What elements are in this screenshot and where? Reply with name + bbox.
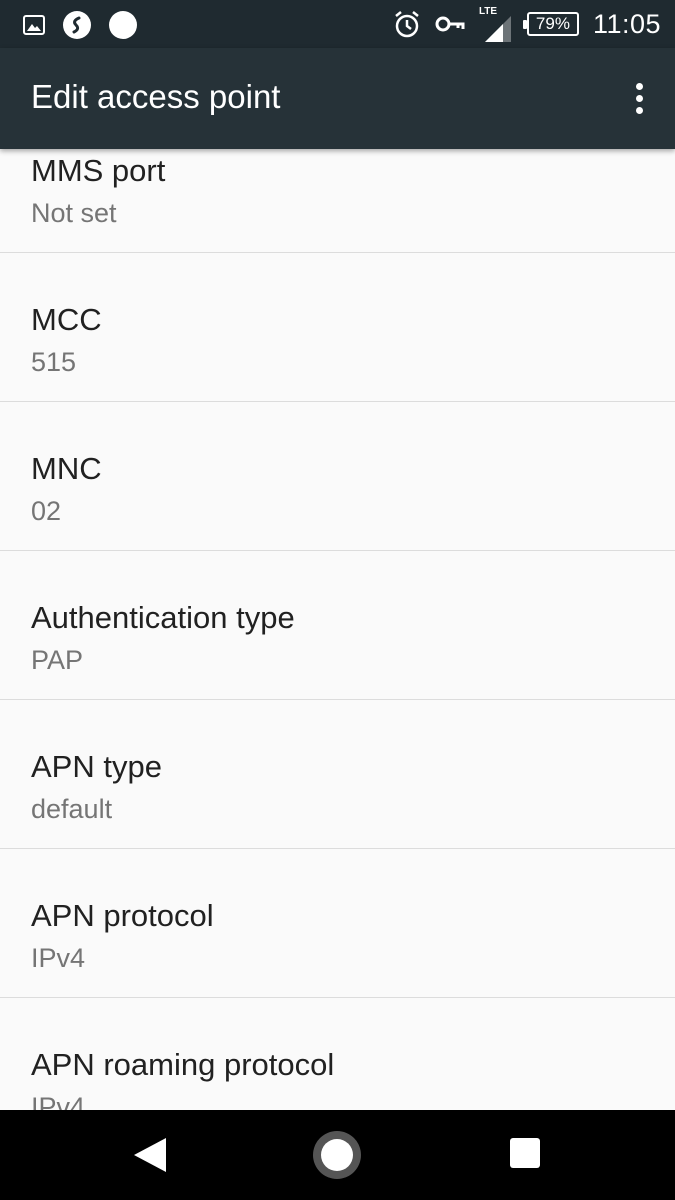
item-title: MNC xyxy=(31,451,102,486)
alarm-icon xyxy=(395,11,419,38)
item-title: Authentication type xyxy=(31,600,295,635)
item-value: IPv4 xyxy=(31,1092,86,1110)
recents-icon[interactable] xyxy=(510,1138,540,1168)
list-item-mnc[interactable]: MNC 02 xyxy=(0,403,675,551)
item-value: default xyxy=(31,794,113,824)
shazam-icon xyxy=(63,11,91,39)
clock: 11:05 xyxy=(592,8,661,39)
notification-icons xyxy=(22,10,138,40)
more-vert-icon[interactable] xyxy=(621,70,657,126)
circle-icon xyxy=(109,11,137,39)
list-item-authentication-type[interactable]: Authentication type PAP xyxy=(0,552,675,700)
item-title: APN roaming protocol xyxy=(31,1047,335,1082)
item-title: MCC xyxy=(31,302,102,337)
item-title: APN type xyxy=(31,749,162,784)
signal-icon xyxy=(484,16,511,42)
list-item-apn-protocol[interactable]: APN protocol IPv4 xyxy=(0,850,675,998)
status-bar: LTE 79% 11:05 xyxy=(0,0,675,48)
battery-percent: 79% xyxy=(535,14,570,33)
page-title: Edit access point xyxy=(31,78,281,115)
signal-indicator: LTE xyxy=(479,6,513,42)
back-icon[interactable] xyxy=(132,1136,168,1174)
apn-settings-list: MMS port Not set MCC 515 MNC 02 Authenti… xyxy=(0,149,675,1110)
item-value: 515 xyxy=(31,347,77,377)
list-item-mcc[interactable]: MCC 515 xyxy=(0,254,675,402)
list-item-mms-port[interactable]: MMS port Not set xyxy=(0,149,675,253)
item-title: APN protocol xyxy=(31,898,214,933)
gallery-icon xyxy=(23,15,45,35)
item-value: 02 xyxy=(31,496,62,526)
list-item-apn-roaming-protocol[interactable]: APN roaming protocol IPv4 xyxy=(0,999,675,1110)
list-item-apn-type[interactable]: APN type default xyxy=(0,701,675,849)
battery-icon: 79% xyxy=(522,12,579,36)
app-bar: Edit access point xyxy=(0,48,675,149)
navigation-bar xyxy=(0,1110,675,1200)
item-title: MMS port xyxy=(31,153,166,188)
item-value: Not set xyxy=(31,198,117,228)
system-icons: LTE 79% 11:05 xyxy=(393,6,661,42)
vpn-key-icon xyxy=(435,16,465,32)
item-value: IPv4 xyxy=(31,943,86,973)
home-icon[interactable] xyxy=(312,1130,362,1180)
item-value: PAP xyxy=(31,645,84,675)
